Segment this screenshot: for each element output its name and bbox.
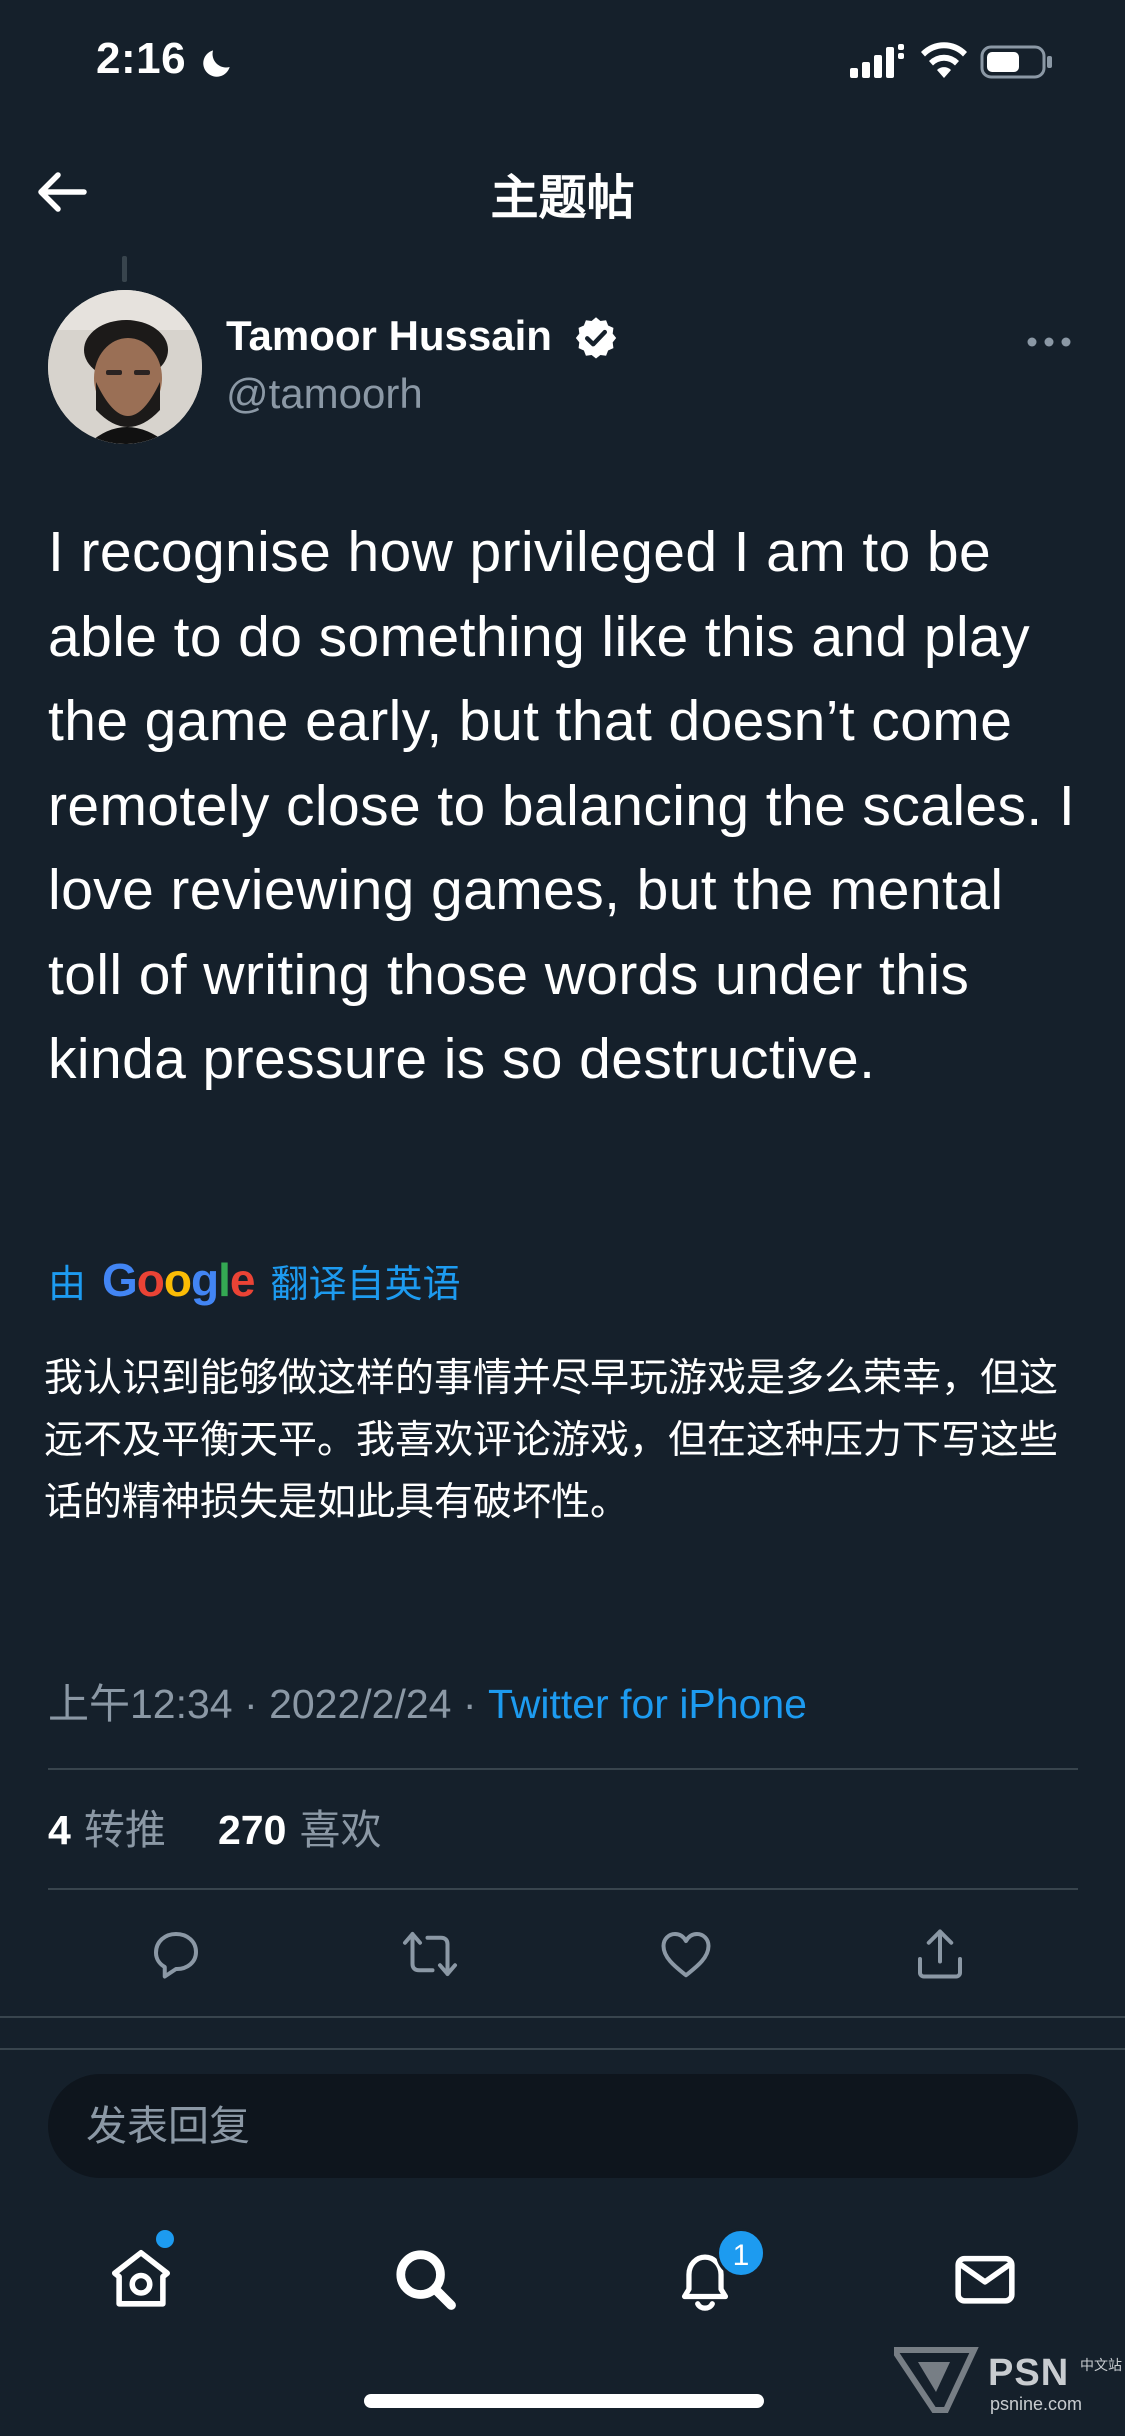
translate-suffix: 翻译自英语 (270, 1261, 461, 1306)
retweets-count[interactable]: 4 (48, 1807, 71, 1853)
author-name[interactable]: Tamoor Hussain (226, 312, 552, 360)
share-icon[interactable] (910, 1924, 970, 1984)
translation-attribution[interactable]: 由 Google 翻译自英语 (48, 1250, 461, 1310)
battery-icon (980, 45, 1052, 79)
watermark-url: psnine.com (990, 2394, 1083, 2414)
likes-label[interactable]: 喜欢 (299, 1806, 381, 1854)
retweets-label[interactable]: 转推 (84, 1806, 166, 1854)
cellular-signal-icon (850, 44, 904, 78)
likes-count[interactable]: 270 (218, 1807, 286, 1853)
tweet-time: 上午12:34 (48, 1681, 233, 1727)
translate-prefix: 由 (48, 1261, 87, 1306)
home-unread-dot (156, 2230, 174, 2248)
page-title: 主题帖 (490, 170, 635, 226)
status-time: 2:16 (96, 34, 187, 83)
tweet-source-link[interactable]: Twitter for iPhone (488, 1681, 807, 1727)
more-options-icon[interactable] (1024, 322, 1074, 362)
divider (48, 1888, 1078, 1890)
author-handle[interactable]: @tamoorh (226, 370, 423, 418)
search-icon[interactable] (390, 2244, 460, 2314)
divider (48, 1768, 1078, 1770)
reply-icon[interactable] (146, 1924, 206, 1984)
home-indicator[interactable] (364, 2394, 764, 2408)
translated-text: 我认识到能够做这样的事情并尽早玩游戏是多么荣幸，但这远不及平衡天平。我喜欢评论游… (44, 1356, 1059, 1525)
tweet-date: 2022/2/24 (269, 1681, 452, 1727)
thread-connector (122, 256, 127, 282)
meta-separator: · (244, 1681, 258, 1727)
reply-bar-divider (0, 2048, 1125, 2050)
google-logo: Google (102, 1254, 255, 1306)
messages-mail-icon[interactable] (950, 2244, 1020, 2314)
like-heart-icon[interactable] (656, 1924, 716, 1984)
home-icon[interactable] (106, 2244, 176, 2314)
header: 主题帖 (0, 130, 1125, 250)
status-bar: 2:16 (0, 0, 1125, 130)
avatar[interactable] (48, 290, 202, 444)
tweet-stats: 4 转推 270 喜欢 (48, 1796, 381, 1856)
tweet-actions (0, 1910, 1125, 2000)
watermark-brand: PSN (988, 2352, 1070, 2394)
watermark-brand-sub: 中文站 (1080, 2358, 1122, 2374)
tweet-meta: 上午12:34 · 2022/2/24 · Twitter for iPhone (48, 1670, 807, 1730)
reply-input[interactable] (84, 2074, 1044, 2178)
wifi-icon (921, 42, 967, 78)
tweet-text: I recognise how privileged I am to be ab… (48, 520, 1076, 1091)
reply-box[interactable] (48, 2074, 1078, 2178)
retweet-icon[interactable] (400, 1924, 460, 1984)
avatar-image (48, 290, 202, 444)
meta-separator: · (462, 1681, 477, 1727)
notification-badge: 1 (716, 2228, 766, 2278)
verified-badge-icon (575, 317, 617, 359)
moon-icon (203, 50, 230, 77)
divider (0, 2016, 1125, 2018)
